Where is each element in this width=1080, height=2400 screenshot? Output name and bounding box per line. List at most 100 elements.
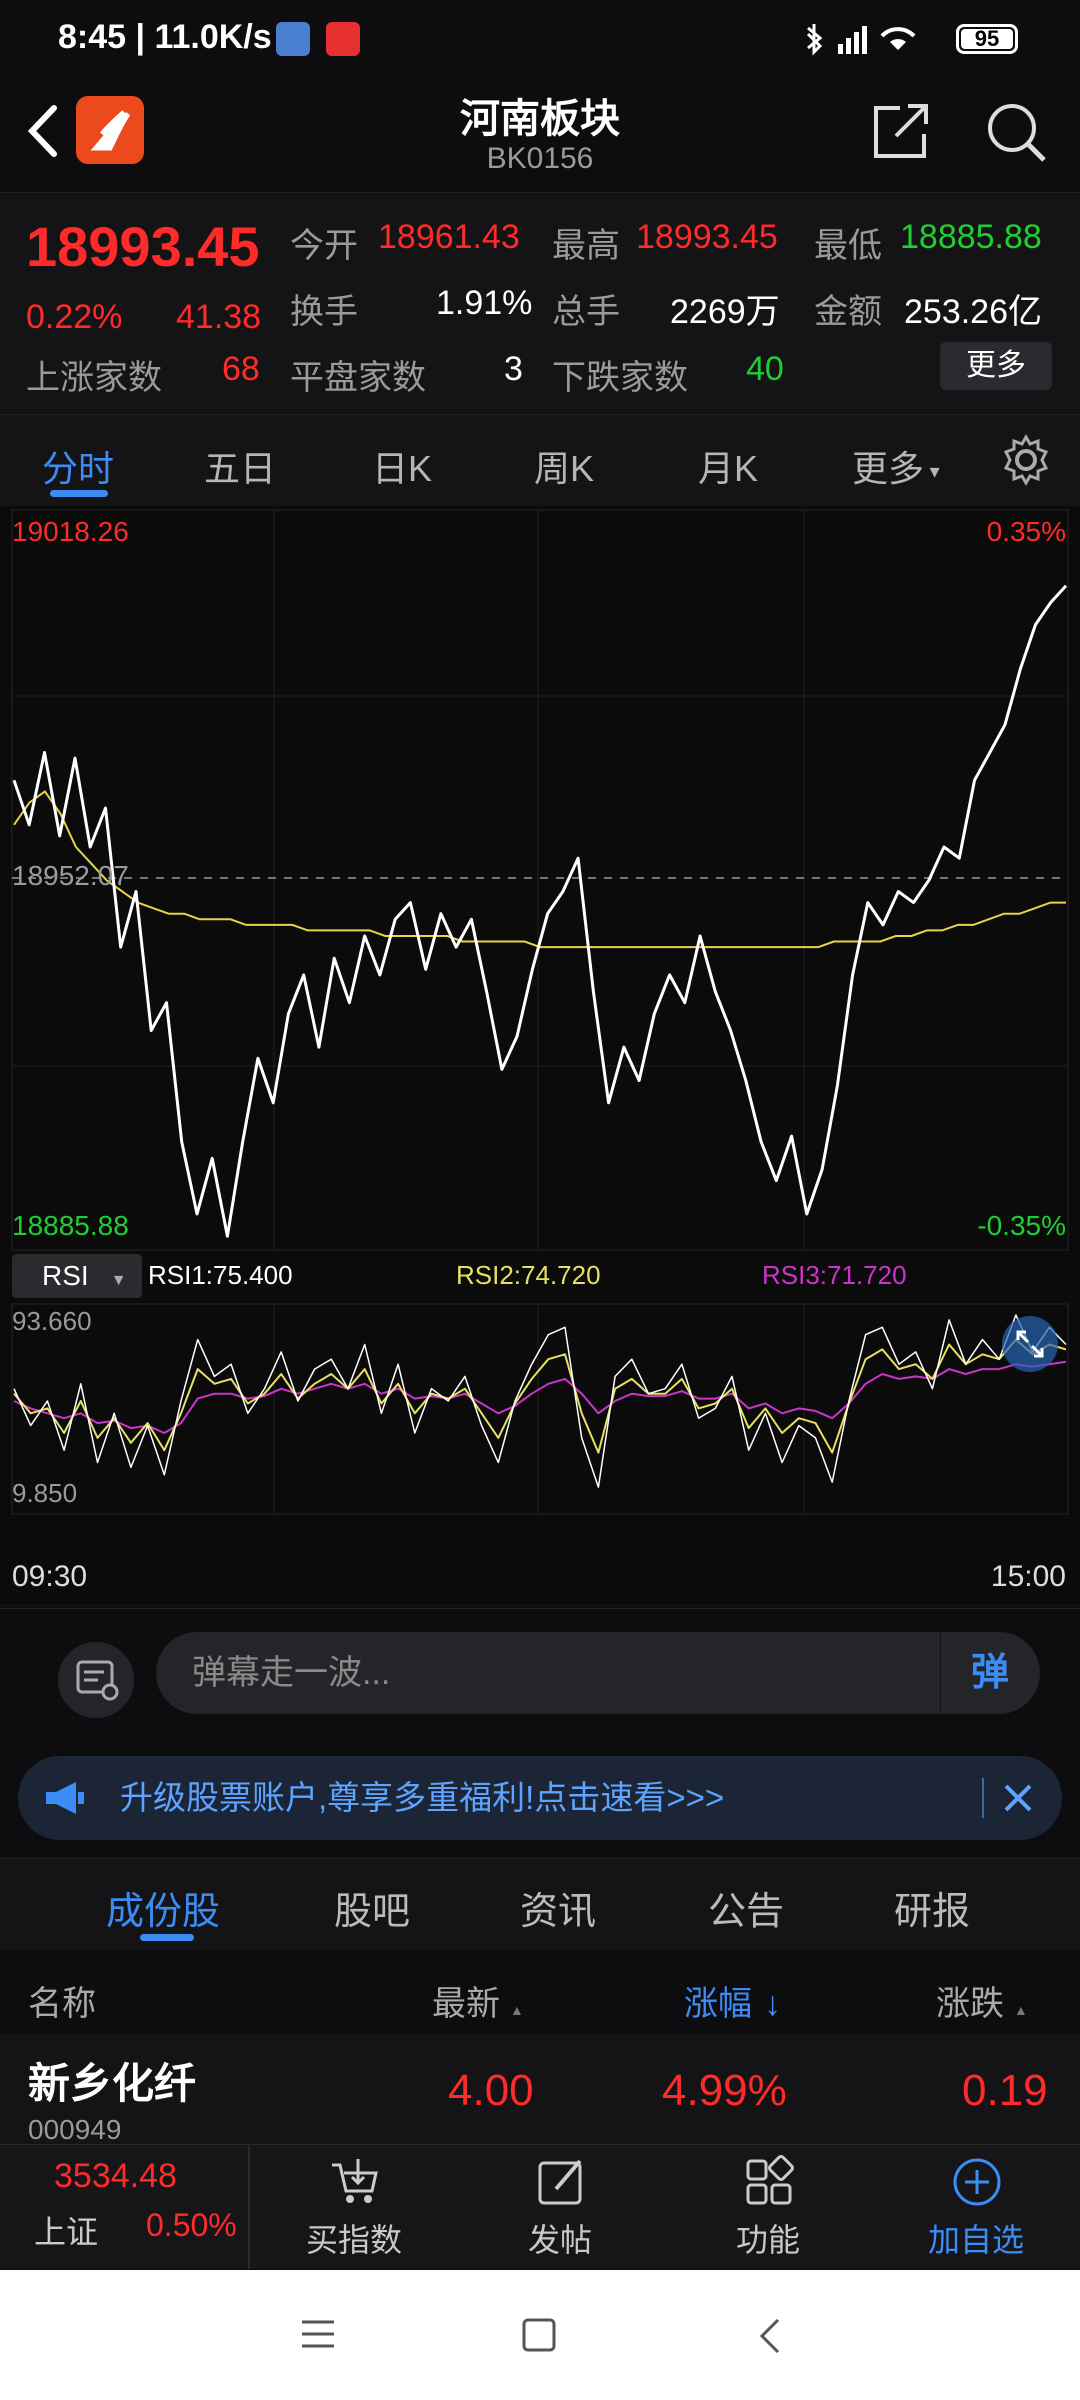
time-start-label: 09:30 — [12, 1560, 88, 1593]
col-last[interactable]: 最新 ▲ — [432, 1976, 524, 2025]
rsi-bottom-label: 9.850 — [12, 1478, 78, 1508]
promo-text: 升级股票账户,尊享多重福利!点击速看>>> — [120, 1779, 725, 1816]
bottom-bar: 3534.48 上证 0.50% 买指数 发帖 功能 加自选 — [0, 2144, 1080, 2269]
close-icon[interactable] — [1002, 1782, 1034, 1814]
chart-area[interactable]: 19018.26 18952.07 18885.88 0.35% -0.35% … — [0, 506, 1080, 1607]
rsi3-label: RSI3:71.720 — [762, 1260, 907, 1290]
change-pct: 0.22% — [26, 298, 123, 336]
status-time: 8:45 | 11.0K/s — [58, 18, 272, 56]
banner-divider — [982, 1778, 984, 1818]
stock-change-pct: 4.99% — [662, 2066, 787, 2115]
home-icon[interactable] — [520, 2316, 558, 2354]
post-button[interactable]: 发帖 — [490, 2145, 630, 2269]
y-axis-top-label: 19018.26 — [12, 516, 129, 547]
active-tab-indicator — [50, 490, 108, 497]
stock-code: 000949 — [28, 2114, 122, 2145]
stock-change: 0.19 — [962, 2066, 1048, 2115]
signal-wifi-icons — [806, 24, 916, 56]
open-value: 18961.43 — [378, 218, 520, 256]
expand-chart-icon[interactable] — [1002, 1316, 1058, 1372]
battery-icon: 95 — [956, 24, 1018, 54]
avg-price-line — [13, 790, 1066, 949]
col-change[interactable]: 涨跌 ▲ — [936, 1976, 1028, 2025]
price-line — [12, 584, 1068, 1238]
tab-more[interactable]: 更多 ▾ — [852, 440, 940, 492]
tab-news[interactable]: 资讯 — [520, 1880, 596, 1935]
promo-banner[interactable]: 升级股票账户,尊享多重福利!点击速看>>> — [18, 1756, 1062, 1840]
toutiao-notification-icon — [326, 22, 360, 56]
settings-gear-icon[interactable] — [1000, 434, 1052, 486]
tab-five-day[interactable]: 五日 — [204, 440, 276, 492]
amount-value: 253.26亿 — [904, 293, 1042, 331]
index-ticker[interactable]: 3534.48 上证 0.50% — [0, 2145, 248, 2269]
buy-index-button[interactable]: 买指数 — [284, 2145, 424, 2269]
tab-research[interactable]: 研报 — [894, 1880, 970, 1935]
flat-count-label: 平盘家数 — [290, 359, 426, 397]
up-count: 68 — [222, 350, 260, 388]
post-label: 发帖 — [527, 2222, 592, 2258]
col-change-pct[interactable]: 涨幅 ↓ — [684, 1976, 781, 2025]
tab-forum[interactable]: 股吧 — [334, 1880, 410, 1935]
menu-icon[interactable] — [298, 2318, 338, 2352]
cart-icon — [332, 2159, 378, 2203]
buy-index-label: 买指数 — [305, 2222, 402, 2258]
table-header — [0, 1952, 1080, 2034]
index-pct: 0.50% — [146, 2207, 237, 2243]
add-circle-icon — [953, 2158, 1001, 2206]
pct-axis-bottom-label: -0.35% — [977, 1210, 1066, 1241]
add-watchlist-button[interactable]: 加自选 — [906, 2145, 1046, 2269]
tab-constituents[interactable]: 成份股 — [106, 1880, 220, 1935]
danmu-input[interactable]: 弹幕走一波... — [156, 1632, 1040, 1714]
megaphone-icon — [46, 1782, 84, 1814]
turnover-label: 换手 — [290, 293, 358, 331]
add-watchlist-label: 加自选 — [927, 2222, 1024, 2258]
flat-count: 3 — [504, 350, 523, 388]
stock-name: 新乡化纤 — [28, 2060, 197, 2107]
functions-label: 功能 — [735, 2222, 800, 2258]
tab-intraday[interactable]: 分时 — [42, 440, 114, 492]
tab-announcements[interactable]: 公告 — [708, 1880, 784, 1935]
bottom-divider — [248, 2145, 250, 2269]
up-count-label: 上涨家数 — [26, 359, 162, 397]
active-subtab-indicator — [140, 1934, 194, 1941]
tab-monthly-k[interactable]: 月K — [698, 440, 758, 492]
more-quote-button[interactable]: 更多 — [940, 342, 1052, 390]
change-value: 41.38 — [176, 298, 262, 336]
y-axis-bottom-label: 18885.88 — [12, 1210, 129, 1241]
share-icon[interactable] — [870, 100, 932, 162]
rsi1-label: RSI1:75.400 — [148, 1260, 293, 1290]
pct-axis-top-label: 0.35% — [986, 516, 1066, 547]
high-value: 18993.45 — [636, 218, 778, 256]
rsi1-line — [13, 1314, 1067, 1488]
system-nav-bar — [0, 2270, 1080, 2400]
indicator-select[interactable]: RSI ▼ — [12, 1254, 142, 1298]
tab-weekly-k[interactable]: 周K — [534, 440, 594, 492]
down-count: 40 — [746, 350, 784, 388]
index-value: 3534.48 — [54, 2157, 177, 2195]
index-name: 上证 — [34, 2214, 99, 2250]
intraday-chart[interactable] — [0, 506, 1080, 1607]
danmu-list-button[interactable] — [58, 1642, 134, 1718]
rsi3-line — [13, 1360, 1067, 1434]
grid-icon — [746, 2155, 794, 2205]
low-label: 最低 — [814, 227, 882, 265]
rsi-top-label: 93.660 — [12, 1306, 92, 1336]
tab-daily-k[interactable]: 日K — [372, 440, 432, 492]
low-value: 18885.88 — [900, 218, 1042, 256]
status-bar: 8:45 | 11.0K/s 95 — [0, 0, 1080, 80]
turnover-value: 1.91% — [436, 284, 533, 322]
nav-back-icon[interactable] — [754, 2316, 784, 2356]
danmu-toggle-button[interactable]: 弹 — [940, 1634, 1039, 1712]
stock-last: 4.00 — [448, 2066, 534, 2115]
search-icon[interactable] — [984, 100, 1048, 164]
settings-notification-icon — [276, 22, 310, 56]
volume-label: 总手 — [552, 293, 620, 331]
time-end-label: 15:00 — [990, 1560, 1066, 1593]
table-row[interactable]: 新乡化纤 000949 4.00 4.99% 0.19 — [0, 2034, 1080, 2145]
danmu-list-icon — [76, 1660, 119, 1701]
functions-button[interactable]: 功能 — [698, 2145, 838, 2269]
rsi2-label: RSI2:74.720 — [456, 1260, 601, 1290]
col-name: 名称 — [28, 1985, 96, 2023]
edit-icon — [538, 2159, 582, 2205]
volume-value: 2269万 — [670, 293, 780, 331]
